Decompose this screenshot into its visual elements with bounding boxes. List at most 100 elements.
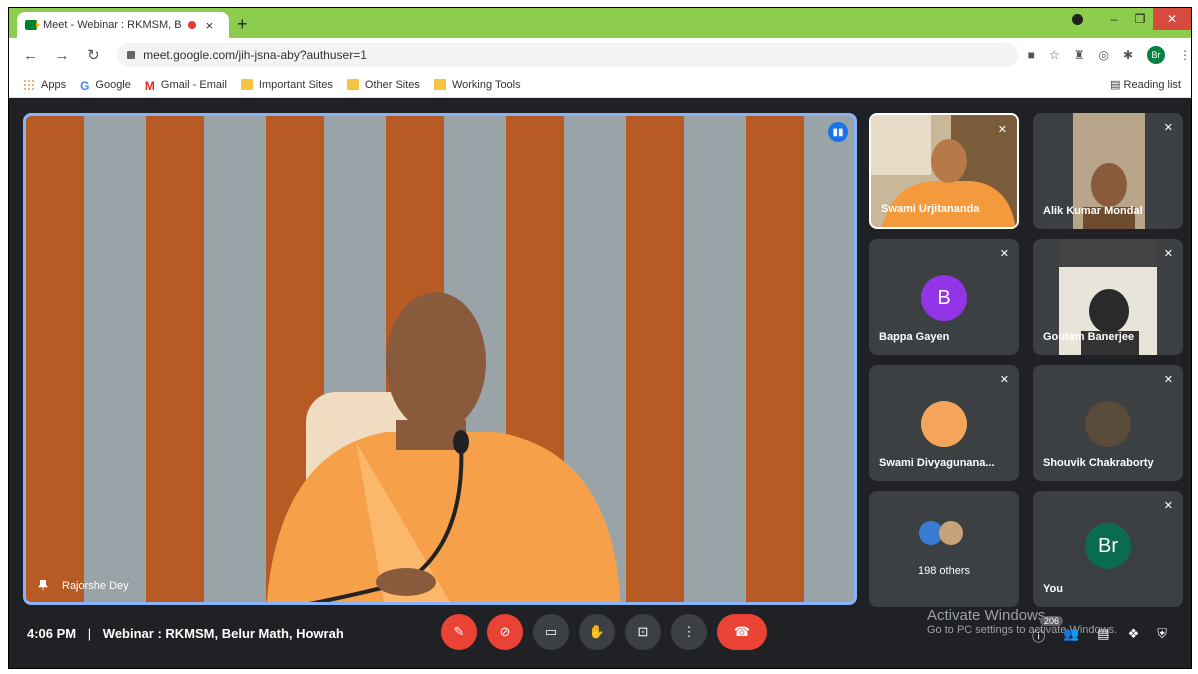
browser-window: Meet - Webinar : RKMSM, B × + – ❐ ✕ ← → …	[8, 7, 1192, 669]
mic-off-icon: ✕	[999, 248, 1009, 260]
end-call-button[interactable]: ☎	[717, 614, 767, 650]
recording-dot-icon	[187, 21, 196, 29]
others-tile[interactable]: 198 others	[869, 491, 1019, 607]
reading-list[interactable]: ▤ Reading list	[1110, 78, 1181, 91]
mic-off-icon: ✕	[1163, 122, 1173, 134]
forward-icon[interactable]: →	[52, 47, 71, 64]
bookmarks-bar: Apps G Google M Gmail - Email Important Si…	[9, 72, 1191, 98]
participant-name: Swami Divyagunana...	[879, 457, 995, 469]
participant-name: You	[1043, 583, 1063, 595]
reload-icon[interactable]: ↻	[84, 46, 103, 64]
mic-off-icon: ✎	[453, 624, 465, 639]
meeting-title: Webinar : RKMSM, Belur Math, Howrah	[102, 626, 344, 641]
host-controls-icon[interactable]: ⛨	[1157, 626, 1167, 645]
camera-toggle-button[interactable]: ⊘	[487, 614, 523, 650]
more-vert-icon: ⋮	[682, 624, 696, 639]
meet-favicon-icon	[25, 20, 40, 30]
participant-name: Swami Urjitananda	[881, 203, 980, 215]
meet-stage: ▮▮ Rajorshe Dey ✕ Swami Urjitananda ✕ Al…	[9, 99, 1191, 668]
address-text: meet.google.com/jih-jsna-aby?authuser=1	[143, 48, 367, 62]
main-video-tile[interactable]: ▮▮ Rajorshe Dey	[23, 113, 857, 605]
tab-title: Meet - Webinar : RKMSM, B	[43, 19, 182, 31]
profile-avatar[interactable]: Br	[1147, 46, 1165, 64]
apps-grid-icon	[23, 79, 35, 90]
activities-icon[interactable]: ❖	[1128, 626, 1140, 645]
back-icon[interactable]: ←	[21, 47, 40, 64]
bookmark-gmail[interactable]: M Gmail - Email	[144, 79, 227, 94]
participant-tile[interactable]: ✕ Shouvik Chakraborty	[1033, 365, 1183, 481]
present-icon: ⊡	[637, 624, 649, 639]
media-icon[interactable]	[1072, 13, 1083, 25]
reading-list-icon: ▤	[1110, 79, 1124, 91]
participant-tile[interactable]: ✕ Swami Divyagunana...	[869, 365, 1019, 481]
info-separator: |	[87, 626, 92, 641]
bookmark-google[interactable]: G Google	[80, 79, 131, 94]
window-controls: – ❐ ✕	[1072, 8, 1191, 30]
participant-count-badge: 206	[1039, 616, 1063, 626]
chat-icon[interactable]: ▤	[1097, 626, 1109, 645]
star-icon[interactable]: ☆	[1049, 48, 1060, 62]
participant-tile[interactable]: ✕ Swami Urjitananda	[869, 113, 1019, 229]
participant-tile[interactable]: ✕ B Bappa Gayen	[869, 239, 1019, 355]
participant-avatar: B	[921, 275, 967, 321]
participant-name: Bappa Gayen	[879, 331, 950, 343]
extension-2-icon[interactable]: ◎	[1098, 48, 1108, 62]
participant-name: Shouvik Chakraborty	[1043, 457, 1154, 469]
folder-icon	[240, 79, 253, 90]
mic-off-icon: ✕	[1163, 374, 1173, 386]
camera-icon[interactable]: ■	[1028, 48, 1035, 62]
speaking-indicator-icon: ▮▮	[828, 122, 848, 142]
participant-name: Alik Kumar Mondal	[1043, 205, 1143, 217]
info-icon[interactable]: ⓘ	[1032, 626, 1045, 645]
address-bar[interactable]: meet.google.com/jih-jsna-aby?authuser=1	[117, 43, 1018, 67]
clock: 4:06 PM	[27, 626, 77, 641]
restore-button[interactable]: ❐	[1127, 12, 1153, 26]
raise-hand-button[interactable]: ✋	[579, 614, 615, 650]
participant-tile[interactable]: ✕ Alik Kumar Mondal	[1033, 113, 1183, 229]
side-controls: ⓘ 👥 ▤ ❖ ⛨	[1032, 626, 1167, 645]
others-avatars	[919, 521, 963, 545]
self-avatar: Br	[1085, 523, 1131, 569]
more-options-button[interactable]: ⋮	[671, 614, 707, 650]
self-tile[interactable]: ✕ Br You	[1033, 491, 1183, 607]
participant-avatar	[1085, 401, 1131, 447]
google-icon: G	[80, 79, 90, 93]
hand-icon: ✋	[588, 624, 606, 639]
tab-close-icon[interactable]: ×	[206, 18, 214, 33]
mic-off-icon: ✕	[1163, 248, 1173, 260]
people-icon[interactable]: 👥	[1063, 626, 1079, 645]
phone-hangup-icon: ☎	[733, 624, 751, 639]
extension-icon[interactable]: ♜	[1074, 48, 1085, 62]
pin-icon[interactable]	[38, 580, 48, 592]
bookmark-working-tools[interactable]: Working Tools	[433, 79, 521, 91]
bookmark-apps[interactable]: Apps	[23, 79, 66, 91]
bookmark-other-sites[interactable]: Other Sites	[346, 79, 420, 91]
puzzle-icon[interactable]: ✱	[1123, 48, 1133, 62]
meeting-info: 4:06 PM | Webinar : RKMSM, Belur Math, H…	[27, 626, 344, 641]
bookmark-important-sites[interactable]: Important Sites	[240, 79, 333, 91]
main-speaker-name: Rajorshe Dey	[62, 580, 129, 592]
gmail-icon: M	[144, 79, 155, 93]
new-tab-button[interactable]: +	[237, 14, 248, 35]
browser-toolbar: ← → ↻ meet.google.com/jih-jsna-aby?authu…	[9, 38, 1191, 72]
close-window-button[interactable]: ✕	[1153, 8, 1191, 30]
camera-off-icon: ⊘	[499, 624, 511, 639]
participant-name: Goutam Banerjee	[1043, 331, 1135, 343]
folder-icon	[433, 79, 446, 90]
participant-tile[interactable]: ✕ Goutam Banerjee	[1033, 239, 1183, 355]
main-speaker-label: Rajorshe Dey	[38, 580, 129, 592]
menu-icon[interactable]: ⋮	[1179, 48, 1191, 62]
lock-icon	[127, 51, 136, 59]
present-button[interactable]: ⊡	[625, 614, 661, 650]
mic-toggle-button[interactable]: ✎	[441, 614, 477, 650]
folder-icon	[346, 79, 359, 90]
browser-tab[interactable]: Meet - Webinar : RKMSM, B ×	[17, 12, 229, 38]
participant-avatar	[921, 401, 967, 447]
captions-button[interactable]: ▭	[533, 614, 569, 650]
speaker-video	[266, 292, 621, 602]
control-bar: 4:06 PM | Webinar : RKMSM, Belur Math, H…	[9, 602, 1191, 668]
title-bar: Meet - Webinar : RKMSM, B × + – ❐ ✕	[9, 8, 1191, 38]
others-count: 198 others	[918, 565, 970, 577]
toolbar-icons: ■ ☆ ♜ ◎ ✱ Br ⋮	[1028, 46, 1191, 64]
minimize-button[interactable]: –	[1101, 12, 1127, 26]
